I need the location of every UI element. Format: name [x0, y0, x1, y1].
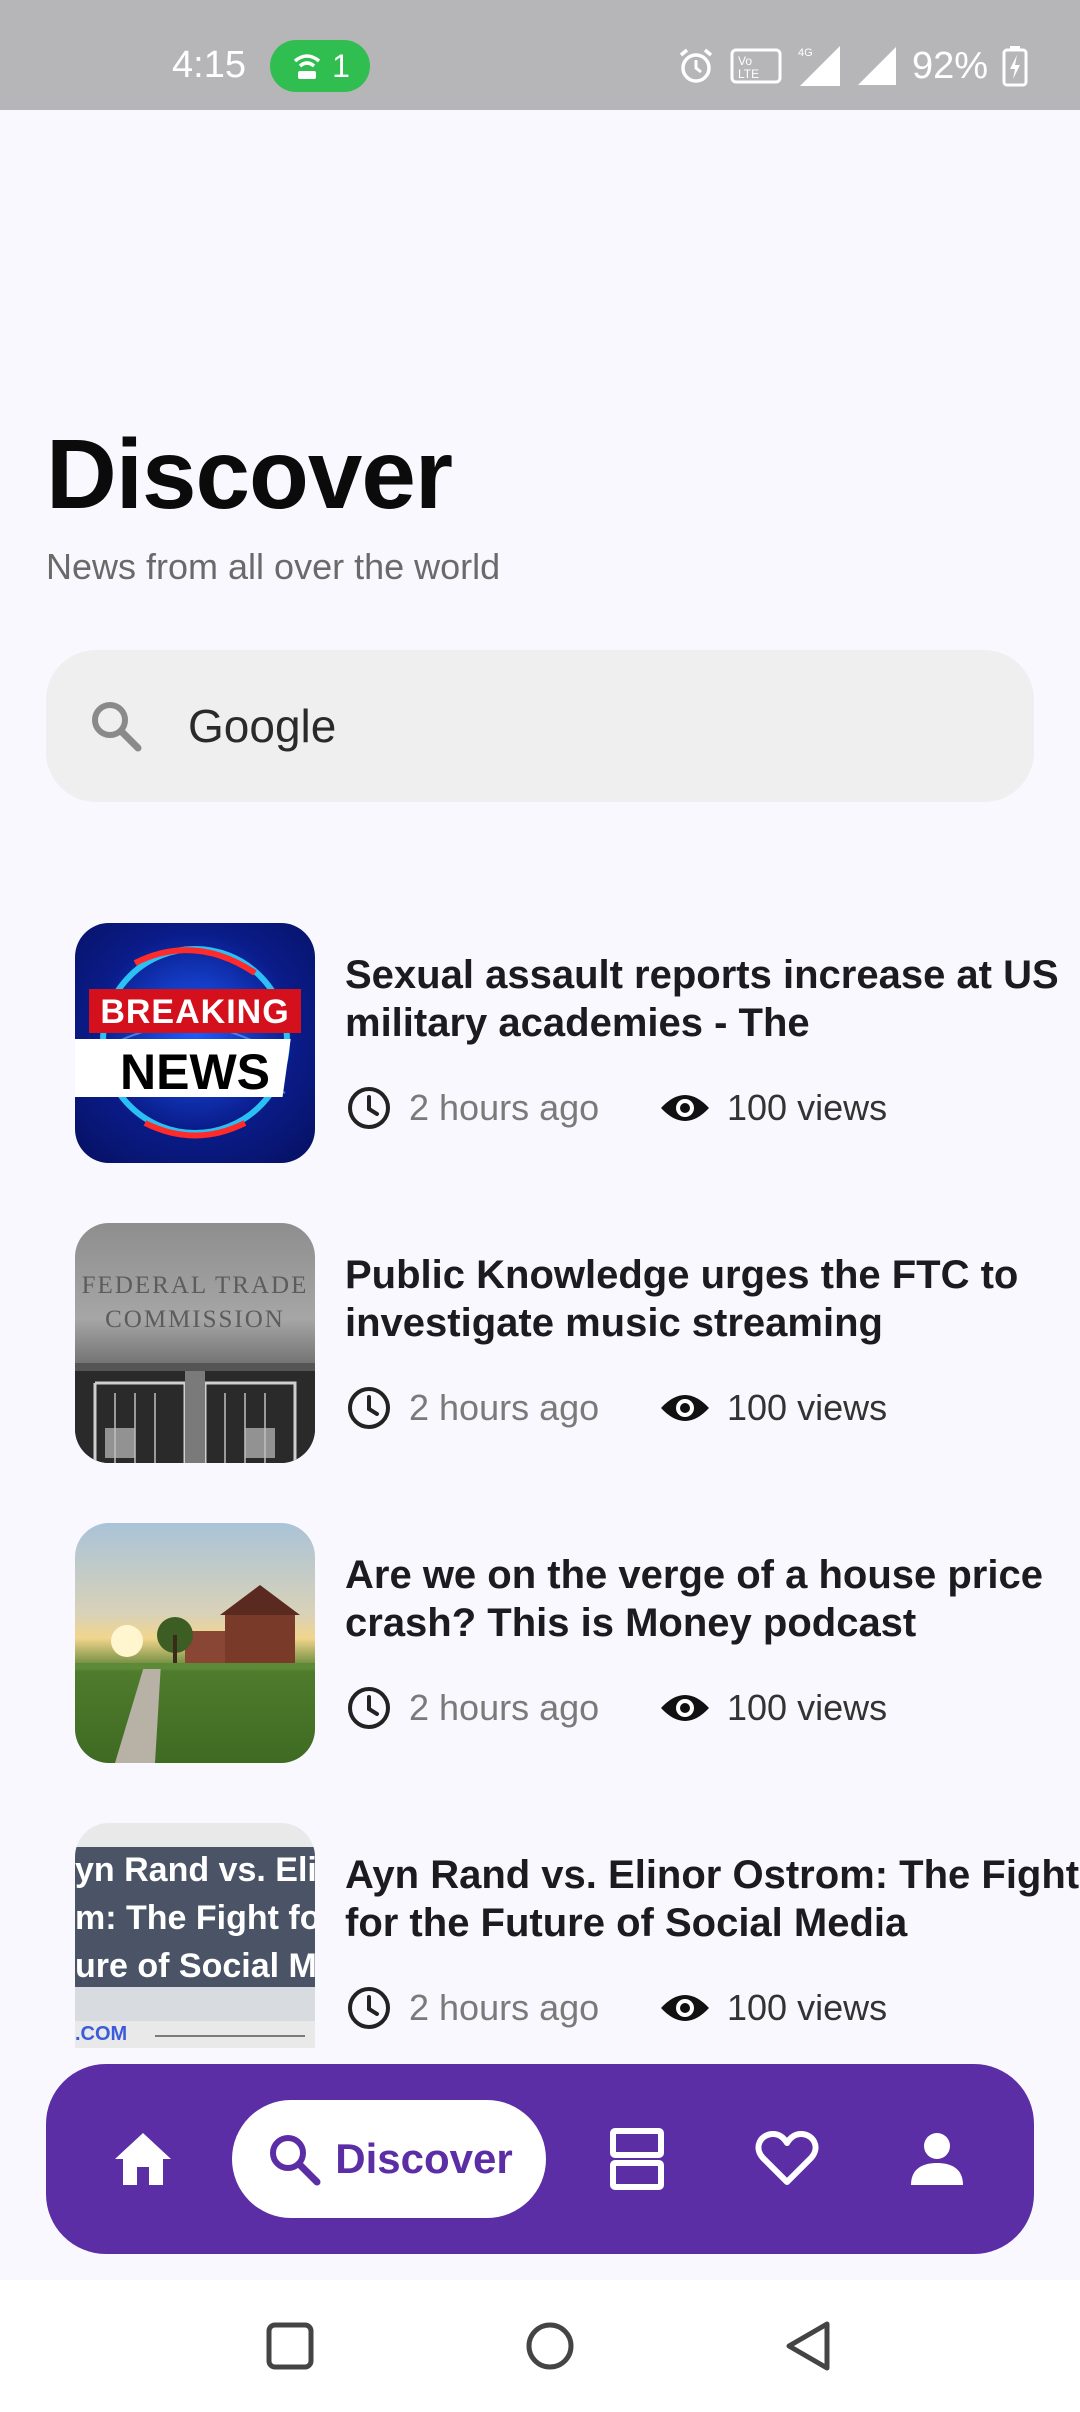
article-meta: 2 hours ago 100 views: [345, 1083, 887, 1133]
thumb-footer: .COM: [75, 2023, 128, 2045]
alarm-icon: [679, 48, 713, 83]
nav-home-button[interactable]: [96, 2112, 190, 2206]
signal-icon: [857, 47, 896, 85]
status-icons: Vo LTE 4G 92%: [676, 40, 1028, 92]
article-views: 100 views: [727, 1687, 888, 1728]
hotspot-icon: [293, 54, 321, 79]
nav-profile-button[interactable]: [890, 2112, 984, 2206]
house-landscape-graphic: [75, 1585, 315, 1763]
4g-signal-icon: 4G: [798, 46, 840, 86]
nav-discover-label: Discover: [335, 2135, 513, 2182]
search-icon: [270, 2135, 321, 2186]
article-time: 2 hours ago: [409, 1687, 600, 1728]
article-views: 100 views: [727, 1087, 888, 1128]
thumb-line: ure of Social M: [75, 1947, 315, 1985]
article-thumbnail: yn Rand vs. Elin m: The Fight fo ure of …: [75, 1823, 315, 2048]
eye-icon: [661, 1695, 709, 1721]
article-meta: 2 hours ago 100 views: [345, 1683, 887, 1733]
battery-charging-icon: [1002, 46, 1028, 87]
article-views: 100 views: [727, 1387, 888, 1428]
heart-icon: [755, 2131, 819, 2185]
search-icon: [92, 702, 142, 752]
battery-percent: 92%: [911, 44, 988, 87]
back-triangle-icon: [786, 2321, 830, 2371]
article-time: 2 hours ago: [409, 1987, 600, 2028]
back-button[interactable]: [778, 2316, 838, 2376]
clock-icon: [348, 1987, 390, 2029]
thumb-badge-top: BREAKING: [100, 993, 290, 1031]
article-title: Sexual assault reports increase at US mi…: [345, 953, 1059, 1045]
status-bar: 4:15 1 Vo LTE 4G 92%: [0, 0, 1080, 110]
home-system-button[interactable]: [520, 2316, 580, 2376]
nav-categories-button[interactable]: [590, 2112, 684, 2206]
eye-icon: [661, 1395, 709, 1421]
article-time: 2 hours ago: [409, 1387, 600, 1428]
article-card[interactable]: BREAKING NEWS Sexual assault reports inc…: [75, 923, 1059, 1163]
circle-icon: [526, 2322, 574, 2370]
hotspot-count: 1: [332, 47, 350, 84]
recents-button[interactable]: [260, 2316, 320, 2376]
svg-text:4G: 4G: [798, 47, 813, 59]
article-title: Are we on the verge of a house price cra…: [345, 1553, 1043, 1645]
square-icon: [266, 2322, 314, 2370]
article-time: 2 hours ago: [409, 1087, 600, 1128]
thumb-badge-bottom: NEWS: [120, 1044, 270, 1100]
search-bar[interactable]: [46, 650, 1034, 802]
svg-text:LTE: LTE: [738, 67, 759, 81]
article-card[interactable]: FEDERAL TRADE COMMISSION Public Knowledg…: [75, 1223, 1035, 1463]
page-title: Discover: [46, 419, 453, 529]
article-thumbnail: FEDERAL TRADE COMMISSION: [75, 1223, 315, 1463]
hotspot-indicator: 1: [270, 40, 370, 92]
thumb-line: m: The Fight fo: [75, 1899, 315, 1937]
nav-favorites-button[interactable]: [740, 2112, 834, 2206]
status-time: 4:15: [172, 44, 246, 86]
article-meta: 2 hours ago 100 views: [345, 1983, 887, 2033]
eye-icon: [661, 1095, 709, 1121]
thumb-caption: FEDERAL TRADE COMMISSION: [81, 1272, 309, 1333]
bottom-navigation: Discover: [46, 2064, 1034, 2254]
home-icon: [115, 2133, 171, 2185]
eye-icon: [661, 1995, 709, 2021]
article-card[interactable]: Are we on the verge of a house price cra…: [75, 1523, 1043, 1763]
article-views: 100 views: [727, 1987, 888, 2028]
article-meta: 2 hours ago 100 views: [345, 1383, 887, 1433]
clock-icon: [348, 1087, 390, 1129]
system-navigation-bar: [0, 2280, 1080, 2412]
thumb-line: yn Rand vs. Elin: [75, 1851, 315, 1889]
clock-icon: [348, 1387, 390, 1429]
svg-text:Vo: Vo: [738, 54, 752, 68]
article-card[interactable]: yn Rand vs. Elin m: The Fight fo ure of …: [75, 1823, 1079, 2048]
person-icon: [911, 2133, 963, 2185]
article-thumbnail: BREAKING NEWS: [75, 923, 315, 1163]
nav-discover-button[interactable]: Discover: [232, 2100, 546, 2218]
page-subtitle: News from all over the world: [46, 546, 501, 587]
search-input[interactable]: [188, 690, 988, 762]
article-title: Ayn Rand vs. Elinor Ostrom: The Fight fo…: [345, 1853, 1080, 1945]
ftc-building-graphic: [75, 1363, 315, 1463]
article-thumbnail: [75, 1523, 315, 1763]
view-agenda-icon: [610, 2128, 664, 2190]
volte-icon: Vo LTE: [730, 48, 782, 84]
clock-icon: [348, 1687, 390, 1729]
article-title: Public Knowledge urges the FTC to invest…: [345, 1253, 1019, 1345]
